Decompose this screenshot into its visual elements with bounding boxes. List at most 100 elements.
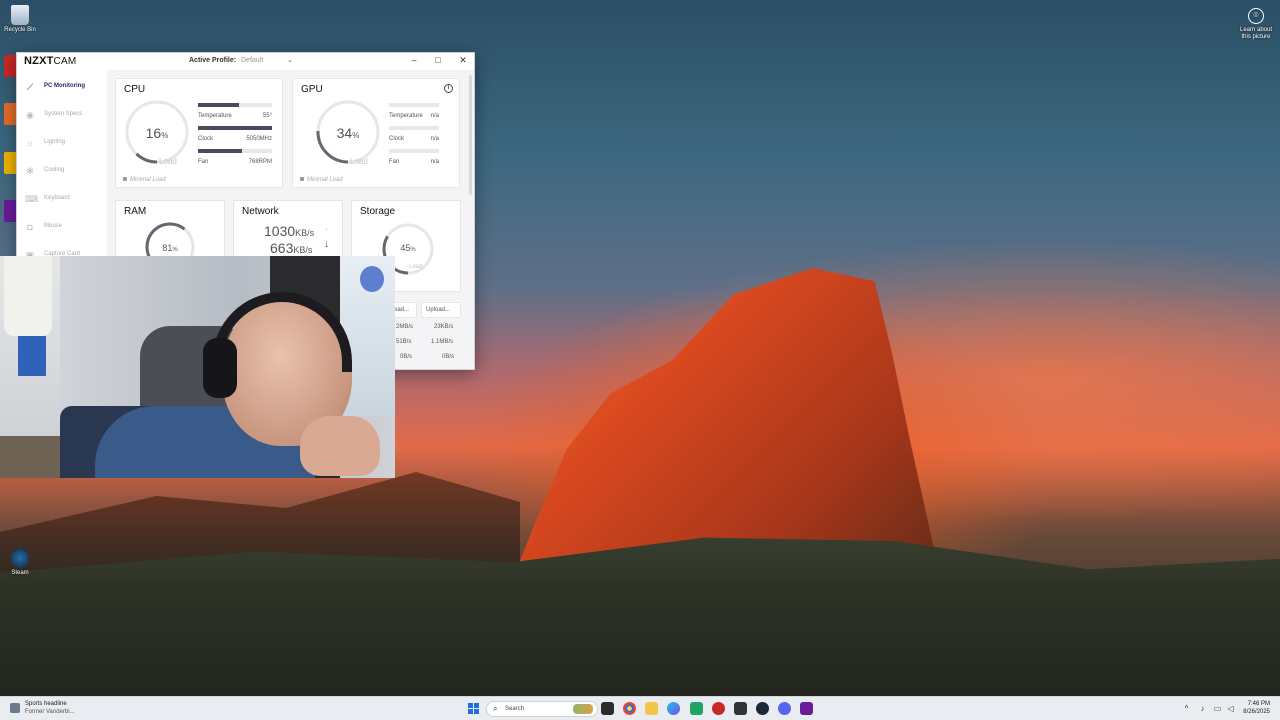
gpu-clock-label: Clock bbox=[389, 136, 405, 142]
table-cell: 51B/s bbox=[396, 339, 412, 345]
file-explorer-icon[interactable] bbox=[645, 702, 658, 715]
clock-date[interactable]: 8/26/2025 bbox=[1236, 709, 1270, 715]
epic-games-icon[interactable] bbox=[734, 702, 747, 715]
volume-icon[interactable]: ◁ bbox=[1226, 704, 1235, 713]
gpu-load-value: 34% bbox=[336, 125, 360, 141]
sidebar-item-system-specs[interactable]: ◉ System Specs bbox=[17, 107, 107, 123]
xbox-icon[interactable] bbox=[690, 702, 703, 715]
news-widget-title[interactable]: Sports headline bbox=[25, 701, 67, 707]
storage-col-upload[interactable]: Upload... bbox=[421, 302, 461, 318]
cpu-fan-value: 768RPM bbox=[248, 159, 272, 165]
active-profile-select[interactable]: Default bbox=[241, 57, 263, 64]
ram-load-value: 81% bbox=[162, 243, 178, 253]
news-icon[interactable] bbox=[10, 703, 20, 713]
fan-icon: ✻ bbox=[26, 166, 34, 176]
network-download-value: 1030KB/s bbox=[264, 223, 315, 239]
network-upload-value: 663KB/s bbox=[270, 240, 313, 256]
gpu-clock-value: n/a bbox=[430, 136, 439, 142]
steam-taskbar-icon[interactable] bbox=[756, 702, 769, 715]
cpu-temperature-bar bbox=[198, 103, 272, 107]
arrow-down-icon: ↓ bbox=[324, 239, 329, 250]
cpu-fan-label: Fan bbox=[198, 159, 209, 165]
info-icon[interactable]: i bbox=[444, 84, 453, 93]
recycle-bin-shortcut[interactable]: Recycle Bin bbox=[0, 5, 40, 34]
network-title: Network bbox=[242, 206, 279, 217]
ram-title: RAM bbox=[124, 206, 147, 217]
gpu-status: Minimal Load bbox=[300, 177, 343, 183]
title-bar[interactable]: NZXTCAM Active Profile: Default ⌄ – □ ✕ bbox=[17, 53, 474, 70]
sidebar-item-mouse[interactable]: ◘ Mouse bbox=[17, 219, 107, 235]
eye-icon: ◉ bbox=[26, 110, 34, 120]
sidebar-item-lighting[interactable]: ☼ Lighting bbox=[17, 135, 107, 151]
table-cell: 0B/s bbox=[400, 354, 413, 360]
cpu-temperature-value: 55° bbox=[262, 113, 272, 119]
steam-shortcut[interactable]: Steam bbox=[0, 548, 40, 577]
cpu-load-label: Load bbox=[159, 157, 177, 166]
cpu-clock-fill bbox=[198, 126, 272, 130]
cpu-clock-bar bbox=[198, 126, 272, 130]
webcam-hand bbox=[300, 416, 380, 476]
game-app-icon[interactable] bbox=[712, 702, 725, 715]
network-icon[interactable]: ▭ bbox=[1213, 704, 1222, 713]
camera-icon: ⌾ bbox=[1248, 8, 1264, 24]
microphone-icon[interactable]: ♪ bbox=[1198, 704, 1207, 713]
taskbar-search-box[interactable]: ⌕ Search bbox=[486, 701, 598, 717]
cpu-clock-label: Clock bbox=[198, 136, 214, 142]
copilot-icon[interactable] bbox=[667, 702, 680, 715]
cpu-temperature-fill bbox=[198, 103, 239, 107]
taskbar: Sports headline Former Vanderbi... ⌕ Sea… bbox=[0, 696, 1280, 720]
scrollbar[interactable] bbox=[469, 75, 472, 195]
cpu-fan-fill bbox=[198, 149, 243, 153]
cpu-card[interactable]: CPU 16% Load Temperature 55° Clock 5050M… bbox=[115, 78, 283, 188]
table-cell: 23KB/s bbox=[434, 324, 454, 330]
gpu-fan-value: n/a bbox=[430, 159, 439, 165]
gpu-load-label: Load bbox=[350, 157, 368, 166]
cpu-clock-value: 5050MHz bbox=[246, 136, 272, 142]
steam-icon bbox=[11, 548, 29, 568]
windows-start-icon[interactable] bbox=[468, 703, 480, 715]
table-cell: 1.1MB/s bbox=[431, 339, 454, 345]
discord-icon[interactable] bbox=[778, 702, 791, 715]
steam-label: Steam bbox=[11, 570, 29, 576]
gpu-temperature-bar bbox=[389, 103, 439, 107]
gpu-temperature-value: n/a bbox=[430, 113, 439, 119]
news-widget-subtitle[interactable]: Former Vanderbi... bbox=[25, 709, 75, 715]
recycle-bin-label: Recycle Bin bbox=[4, 27, 36, 33]
maximize-button[interactable]: □ bbox=[432, 55, 444, 65]
chevron-down-icon[interactable]: ⌄ bbox=[287, 56, 293, 64]
gpu-clock-bar bbox=[389, 126, 439, 130]
keyboard-icon: ⌨ bbox=[25, 194, 38, 204]
status-dot bbox=[123, 177, 127, 181]
chart-line-icon: ⟋ bbox=[26, 82, 34, 92]
storage-load-label: Load bbox=[409, 264, 423, 270]
search-highlight-icon bbox=[573, 704, 593, 714]
cpu-fan-bar bbox=[198, 149, 272, 153]
learn-about-picture[interactable]: ⌾ Learn about this picture bbox=[1232, 8, 1280, 41]
app-brand: NZXTCAM bbox=[24, 55, 77, 67]
chrome-icon[interactable] bbox=[623, 702, 636, 715]
webcam-shirt bbox=[18, 336, 46, 376]
table-cell: 0B/s bbox=[442, 354, 455, 360]
minimize-button[interactable]: – bbox=[408, 55, 420, 65]
storage-load-value: 45% bbox=[400, 243, 416, 253]
search-icon: ⌕ bbox=[493, 704, 498, 713]
learn-line1: Learn about bbox=[1239, 27, 1273, 33]
active-profile-label: Active Profile: bbox=[189, 57, 237, 64]
task-view-icon[interactable] bbox=[601, 702, 614, 715]
close-button[interactable]: ✕ bbox=[457, 55, 469, 66]
search-placeholder: Search bbox=[505, 706, 525, 712]
status-dot bbox=[300, 177, 304, 181]
clock-time[interactable]: 7:46 PM bbox=[1236, 701, 1270, 707]
sidebar-item-cooling[interactable]: ✻ Cooling bbox=[17, 163, 107, 179]
sidebar-item-keyboard[interactable]: ⌨ Keyboard bbox=[17, 191, 107, 207]
arrow-up-icon: ↑ bbox=[324, 225, 329, 235]
nzxt-taskbar-icon[interactable] bbox=[800, 702, 813, 715]
gpu-fan-label: Fan bbox=[389, 159, 400, 165]
webcam-overlay bbox=[0, 256, 395, 478]
cpu-status: Minimal Load bbox=[123, 177, 166, 183]
chevron-up-icon[interactable]: ^ bbox=[1182, 704, 1191, 713]
gpu-title: GPU bbox=[301, 84, 323, 95]
mouse-icon: ◘ bbox=[27, 222, 33, 232]
gpu-card[interactable]: GPU i 34% Load Temperature n/a Clock n/a… bbox=[292, 78, 460, 188]
sidebar-item-pc-monitoring[interactable]: ⟋ PC Monitoring bbox=[17, 79, 107, 95]
